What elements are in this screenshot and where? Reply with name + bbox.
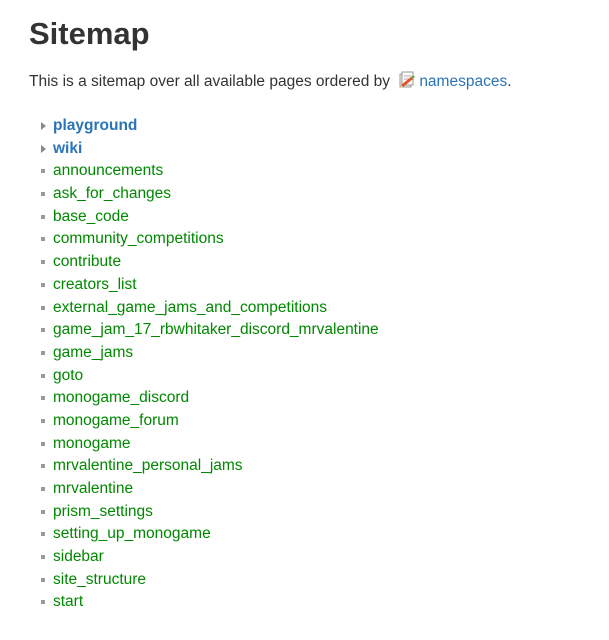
sitemap-page: Sitemap This is a sitemap over all avail… xyxy=(0,0,609,640)
square-bullet-icon xyxy=(40,546,50,569)
namespace-link[interactable]: wiki xyxy=(53,140,82,157)
page-item: setting_up_monogame xyxy=(38,523,379,546)
square-bullet-icon xyxy=(40,433,50,456)
sitemap-tree: playground wiki announcements ask_for_ch… xyxy=(38,115,379,614)
page-link[interactable]: announcements xyxy=(53,162,163,179)
square-bullet-icon xyxy=(40,183,50,206)
page-link[interactable]: mrvalentine_personal_jams xyxy=(53,457,243,474)
square-bullet-icon xyxy=(40,160,50,183)
square-bullet-icon xyxy=(40,228,50,251)
page-item: creators_list xyxy=(38,274,379,297)
square-bullet-icon xyxy=(40,523,50,546)
page-link[interactable]: prism_settings xyxy=(53,503,153,520)
page-item: game_jam_17_rbwhitaker_discord_mrvalenti… xyxy=(38,319,379,342)
collapsed-arrow-icon[interactable] xyxy=(40,115,50,138)
intro-text-after: . xyxy=(507,73,512,90)
page-item: sidebar xyxy=(38,546,379,569)
page-link[interactable]: setting_up_monogame xyxy=(53,525,211,542)
page-link[interactable]: monogame_forum xyxy=(53,412,179,429)
page-item: monogame xyxy=(38,433,379,456)
square-bullet-icon xyxy=(40,591,50,614)
page-link[interactable]: monogame_discord xyxy=(53,389,189,406)
page-link[interactable]: ask_for_changes xyxy=(53,185,171,202)
page-item: monogame_forum xyxy=(38,410,379,433)
page-link[interactable]: site_structure xyxy=(53,571,146,588)
page-item: game_jams xyxy=(38,342,379,365)
square-bullet-icon xyxy=(40,251,50,274)
page-link[interactable]: base_code xyxy=(53,208,129,225)
page-link[interactable]: community_competitions xyxy=(53,230,224,247)
page-item: goto xyxy=(38,365,379,388)
square-bullet-icon xyxy=(40,319,50,342)
page-title: Sitemap xyxy=(29,16,150,51)
page-link[interactable]: mrvalentine xyxy=(53,480,133,497)
namespace-link[interactable]: playground xyxy=(53,117,137,134)
square-bullet-icon xyxy=(40,342,50,365)
square-bullet-icon xyxy=(40,455,50,478)
page-item: mrvalentine_personal_jams xyxy=(38,455,379,478)
page-link[interactable]: external_game_jams_and_competitions xyxy=(53,299,327,316)
page-item: monogame_discord xyxy=(38,387,379,410)
page-link[interactable]: sidebar xyxy=(53,548,104,565)
page-item: prism_settings xyxy=(38,501,379,524)
namespace-pages-icon xyxy=(399,71,416,88)
square-bullet-icon xyxy=(40,274,50,297)
page-item: ask_for_changes xyxy=(38,183,379,206)
page-link[interactable]: contribute xyxy=(53,253,121,270)
square-bullet-icon xyxy=(40,478,50,501)
intro-text-before: This is a sitemap over all available pag… xyxy=(29,73,390,90)
page-link[interactable]: goto xyxy=(53,367,83,384)
square-bullet-icon xyxy=(40,206,50,229)
square-bullet-icon xyxy=(40,569,50,592)
page-item: external_game_jams_and_competitions xyxy=(38,297,379,320)
square-bullet-icon xyxy=(40,387,50,410)
page-item: site_structure xyxy=(38,569,379,592)
square-bullet-icon xyxy=(40,365,50,388)
page-item: mrvalentine xyxy=(38,478,379,501)
page-link[interactable]: creators_list xyxy=(53,276,137,293)
page-link[interactable]: game_jams xyxy=(53,344,133,361)
intro-text: This is a sitemap over all available pag… xyxy=(29,71,512,92)
namespaces-link[interactable]: namespaces xyxy=(419,73,507,90)
namespace-item: playground xyxy=(38,115,379,138)
page-item: base_code xyxy=(38,206,379,229)
square-bullet-icon xyxy=(40,501,50,524)
page-link[interactable]: game_jam_17_rbwhitaker_discord_mrvalenti… xyxy=(53,321,379,338)
page-item: contribute xyxy=(38,251,379,274)
page-item: start xyxy=(38,591,379,614)
page-item: community_competitions xyxy=(38,228,379,251)
page-link[interactable]: start xyxy=(53,593,83,610)
square-bullet-icon xyxy=(40,410,50,433)
collapsed-arrow-icon[interactable] xyxy=(40,138,50,161)
page-item: announcements xyxy=(38,160,379,183)
namespace-item: wiki xyxy=(38,138,379,161)
square-bullet-icon xyxy=(40,297,50,320)
page-link[interactable]: monogame xyxy=(53,435,131,452)
